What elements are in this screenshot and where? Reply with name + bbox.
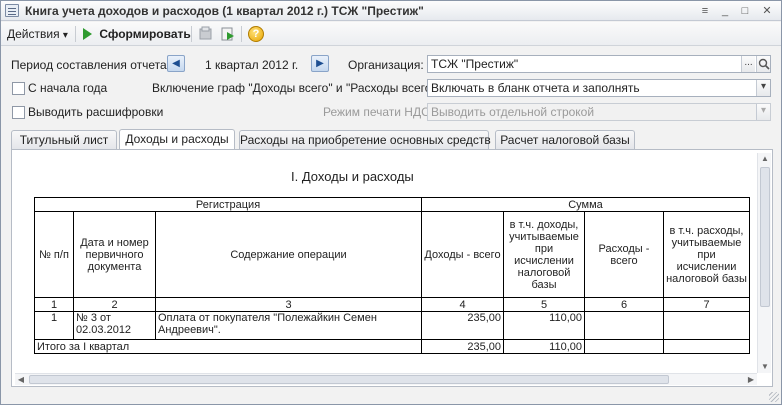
report-table: Регистрация Сумма № п/п Дата и номер пер… xyxy=(34,197,750,354)
generate-label: Сформировать xyxy=(99,27,191,41)
export-icon[interactable] xyxy=(220,26,236,42)
total-income-taxable: 110,00 xyxy=(503,339,585,354)
tab-income-expenses[interactable]: Доходы и расходы xyxy=(119,129,235,149)
generate-button[interactable]: Сформировать xyxy=(83,26,191,42)
chevron-down-icon[interactable]: ▾ xyxy=(756,80,770,96)
col-header-income-total: Доходы - всего xyxy=(421,211,504,298)
report-sheet[interactable]: I. Доходы и расходы Регистрация Сумма № … xyxy=(15,153,755,385)
show-decode-checkbox[interactable] xyxy=(12,106,25,119)
help-icon[interactable]: ? xyxy=(248,26,264,42)
col-number: 4 xyxy=(421,297,504,312)
period-next-button[interactable]: ▶ xyxy=(311,55,329,72)
vat-mode-label: Режим печати НДС: xyxy=(323,105,434,119)
from-year-start-label: С начала года xyxy=(28,81,108,95)
organization-value: ТСЖ "Престиж" xyxy=(431,57,519,71)
minimize-button[interactable]: _ xyxy=(718,4,732,18)
period-label: Период составления отчета: xyxy=(11,58,171,72)
period-value: 1 квартал 2012 г. xyxy=(205,58,299,72)
header-registration: Регистрация xyxy=(34,197,422,212)
toolbar-separator xyxy=(191,26,192,42)
tab-title-page[interactable]: Титульный лист xyxy=(11,130,117,149)
cell-income-total: 235,00 xyxy=(421,311,504,340)
tab-tax-base-calculation[interactable]: Расчет налоговой базы xyxy=(495,130,635,149)
col-header-expense-taxable: в т.ч. расходы, учитываемые при исчислен… xyxy=(663,211,750,298)
maximize-button[interactable]: □ xyxy=(738,4,752,18)
show-decode-label: Выводить расшифровки xyxy=(28,105,164,119)
close-button[interactable]: ✕ xyxy=(760,4,774,18)
resize-grip-icon[interactable] xyxy=(769,392,779,402)
col-number: 6 xyxy=(584,297,664,312)
col-number: 7 xyxy=(663,297,750,312)
chevron-down-icon: ▾ xyxy=(62,30,68,41)
table-row[interactable]: 1 № 3 от 02.03.2012 Оплата от покупателя… xyxy=(34,311,750,340)
chevron-down-icon: ▾ xyxy=(756,104,770,120)
window-menu-icon[interactable]: ≡ xyxy=(698,4,712,18)
scroll-right-icon[interactable]: ▶ xyxy=(745,374,757,386)
col-number: 3 xyxy=(155,297,422,312)
table-total-row: Итого за I квартал 235,00 110,00 xyxy=(34,339,750,354)
toolbar: Действия ▾ Сформировать ? xyxy=(1,22,781,46)
vat-mode-value: Выводить отдельной строкой xyxy=(431,105,595,119)
include-columns-label: Включение граф "Доходы всего" и "Расходы… xyxy=(152,81,440,95)
cell-income-taxable: 110,00 xyxy=(503,311,585,340)
col-header-content: Содержание операции xyxy=(155,211,422,298)
col-header-doc: Дата и номер первичного документа xyxy=(73,211,156,298)
organization-select-button[interactable]: ... xyxy=(741,56,755,72)
actions-menu-button[interactable]: Действия ▾ xyxy=(7,26,68,42)
total-expense-taxable xyxy=(663,339,750,354)
period-prev-button[interactable]: ◀ xyxy=(167,55,185,72)
col-number: 1 xyxy=(34,297,74,312)
total-label: Итого за I квартал xyxy=(34,339,422,354)
organization-label: Организация: xyxy=(348,58,424,72)
title-bar[interactable]: Книга учета доходов и расходов (1 кварта… xyxy=(1,1,781,21)
col-number: 2 xyxy=(73,297,156,312)
cell-expense-total xyxy=(584,311,664,340)
cell-num: 1 xyxy=(34,311,74,340)
include-columns-value: Включать в бланк отчета и заполнять xyxy=(431,81,640,95)
include-columns-select[interactable]: Включать в бланк отчета и заполнять ▾ xyxy=(427,79,771,97)
from-year-start-checkbox[interactable] xyxy=(12,82,25,95)
cell-doc: № 3 от 02.03.2012 xyxy=(73,311,156,340)
vat-mode-select: Выводить отдельной строкой ▾ xyxy=(427,103,771,121)
report-window: Книга учета доходов и расходов (1 кварта… xyxy=(0,0,782,405)
report-title: I. Доходы и расходы xyxy=(291,169,414,184)
toolbar-separator xyxy=(241,26,242,42)
total-income-total: 235,00 xyxy=(421,339,504,354)
scroll-left-icon[interactable]: ◀ xyxy=(15,374,27,386)
document-icon xyxy=(5,4,19,17)
organization-field[interactable]: ТСЖ "Престиж" ... xyxy=(427,55,771,73)
vertical-scroll-thumb[interactable] xyxy=(760,167,770,307)
col-number: 5 xyxy=(503,297,585,312)
cell-expense-taxable xyxy=(663,311,750,340)
horizontal-scrollbar[interactable]: ◀ ▶ xyxy=(15,373,757,385)
col-header-income-taxable: в т.ч. доходы, учитываемые при исчислени… xyxy=(503,211,585,298)
play-icon xyxy=(83,28,92,40)
total-expense-total xyxy=(584,339,664,354)
tab-fixed-assets-expenses[interactable]: Расходы на приобретение основных средств xyxy=(239,130,491,149)
scroll-up-icon[interactable]: ▲ xyxy=(759,153,771,165)
search-icon[interactable] xyxy=(756,56,770,72)
header-sum: Сумма xyxy=(421,197,750,212)
print-settings-icon[interactable] xyxy=(198,26,214,42)
table-group-header-row: Регистрация Сумма xyxy=(34,197,750,212)
toolbar-separator xyxy=(75,26,76,42)
col-header-expense-total: Расходы - всего xyxy=(584,211,664,298)
vertical-scrollbar[interactable]: ▲ ▼ xyxy=(757,153,771,373)
horizontal-scroll-thumb[interactable] xyxy=(29,375,669,384)
cell-content: Оплата от покупателя "Полежайкин Семен А… xyxy=(155,311,422,340)
col-header-num: № п/п xyxy=(34,211,74,298)
table-column-header-row: № п/п Дата и номер первичного документа … xyxy=(34,211,750,298)
window-title: Книга учета доходов и расходов (1 кварта… xyxy=(25,4,424,18)
scroll-down-icon[interactable]: ▼ xyxy=(759,361,771,373)
tab-panel: I. Доходы и расходы Регистрация Сумма № … xyxy=(11,149,773,387)
actions-menu-label: Действия xyxy=(7,27,60,41)
table-column-number-row: 1 2 3 4 5 6 7 xyxy=(34,297,750,312)
